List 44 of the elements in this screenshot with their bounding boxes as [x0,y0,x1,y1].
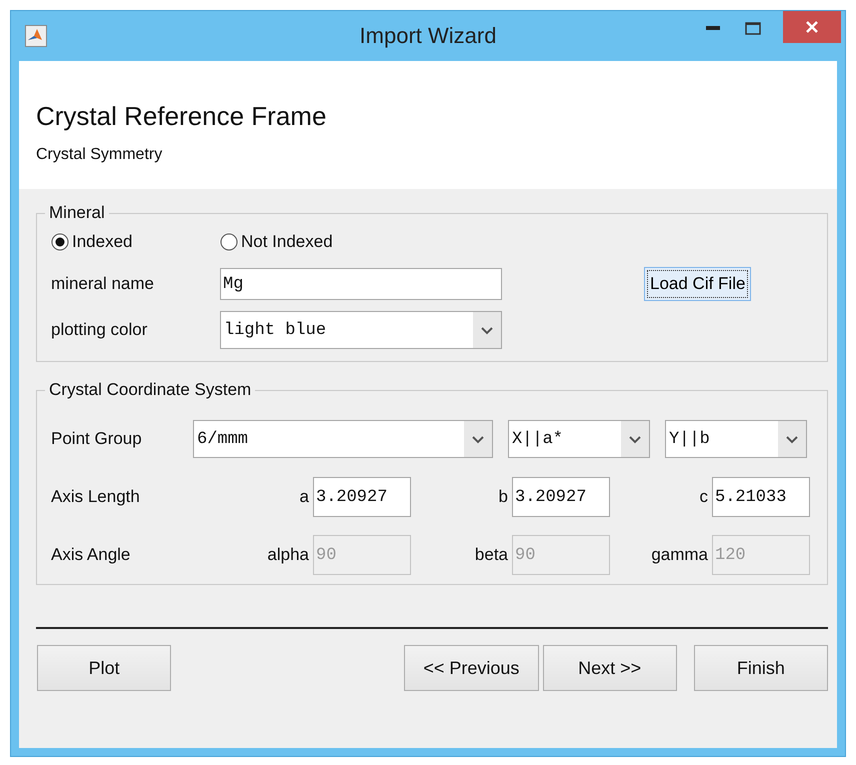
chevron-down-icon [621,421,649,457]
radio-button[interactable] [220,233,238,251]
window-title: Import Wizard [358,23,498,49]
field-label: Axis Length [51,487,141,507]
parameter-label: beta [474,545,508,565]
group-title: Crystal Coordinate System [48,380,252,400]
maximize-icon [745,22,761,34]
mineral-name-field[interactable]: Mg [220,268,502,300]
field-label: Axis Angle [51,545,132,565]
group-title: Mineral [48,203,106,223]
parameter-label: b [498,487,508,507]
field-label: mineral name [51,274,155,294]
radio-option[interactable]: Not Indexed [220,232,389,252]
field-label: Point Group [51,429,143,449]
dropdown[interactable]: Y||b [665,420,807,458]
radio-button[interactable] [51,233,69,251]
close-button[interactable] [783,11,841,43]
chevron-down-icon [473,312,501,348]
minimize-icon [706,26,720,30]
radio-label: Not Indexed [241,232,333,252]
radio-label: Indexed [72,232,132,252]
dropdown[interactable]: 6/mmm [193,420,493,458]
parameter-label: gamma [651,545,708,565]
wizard-button[interactable]: Next >> [542,645,677,691]
field-label: plotting color [51,320,148,340]
parameter-label: alpha [267,545,309,565]
close-icon [805,20,819,34]
parameter-label: a [300,487,309,507]
radio-option[interactable]: Indexed [51,232,220,252]
parameter-field[interactable]: 3.20927 [313,477,411,517]
wizard-button[interactable]: << Previous [404,645,538,691]
wizard-button[interactable]: Plot [37,645,172,691]
wizard-button[interactable]: Finish [694,645,828,691]
load-button[interactable]: Load Cif File [644,267,752,301]
parameter-label: c [700,487,708,507]
page-title: Crystal Reference Frame [36,100,326,132]
chevron-down-icon [464,421,492,457]
app-icon [25,25,47,47]
chevron-down-icon [778,421,806,457]
page-subtitle: Crystal Symmetry [36,146,162,164]
dropdown[interactable]: light blue [220,311,502,349]
dropdown[interactable]: X||a* [508,420,650,458]
parameter-field[interactable]: 3.20927 [512,477,610,517]
parameter-field[interactable]: 5.21033 [712,477,810,517]
